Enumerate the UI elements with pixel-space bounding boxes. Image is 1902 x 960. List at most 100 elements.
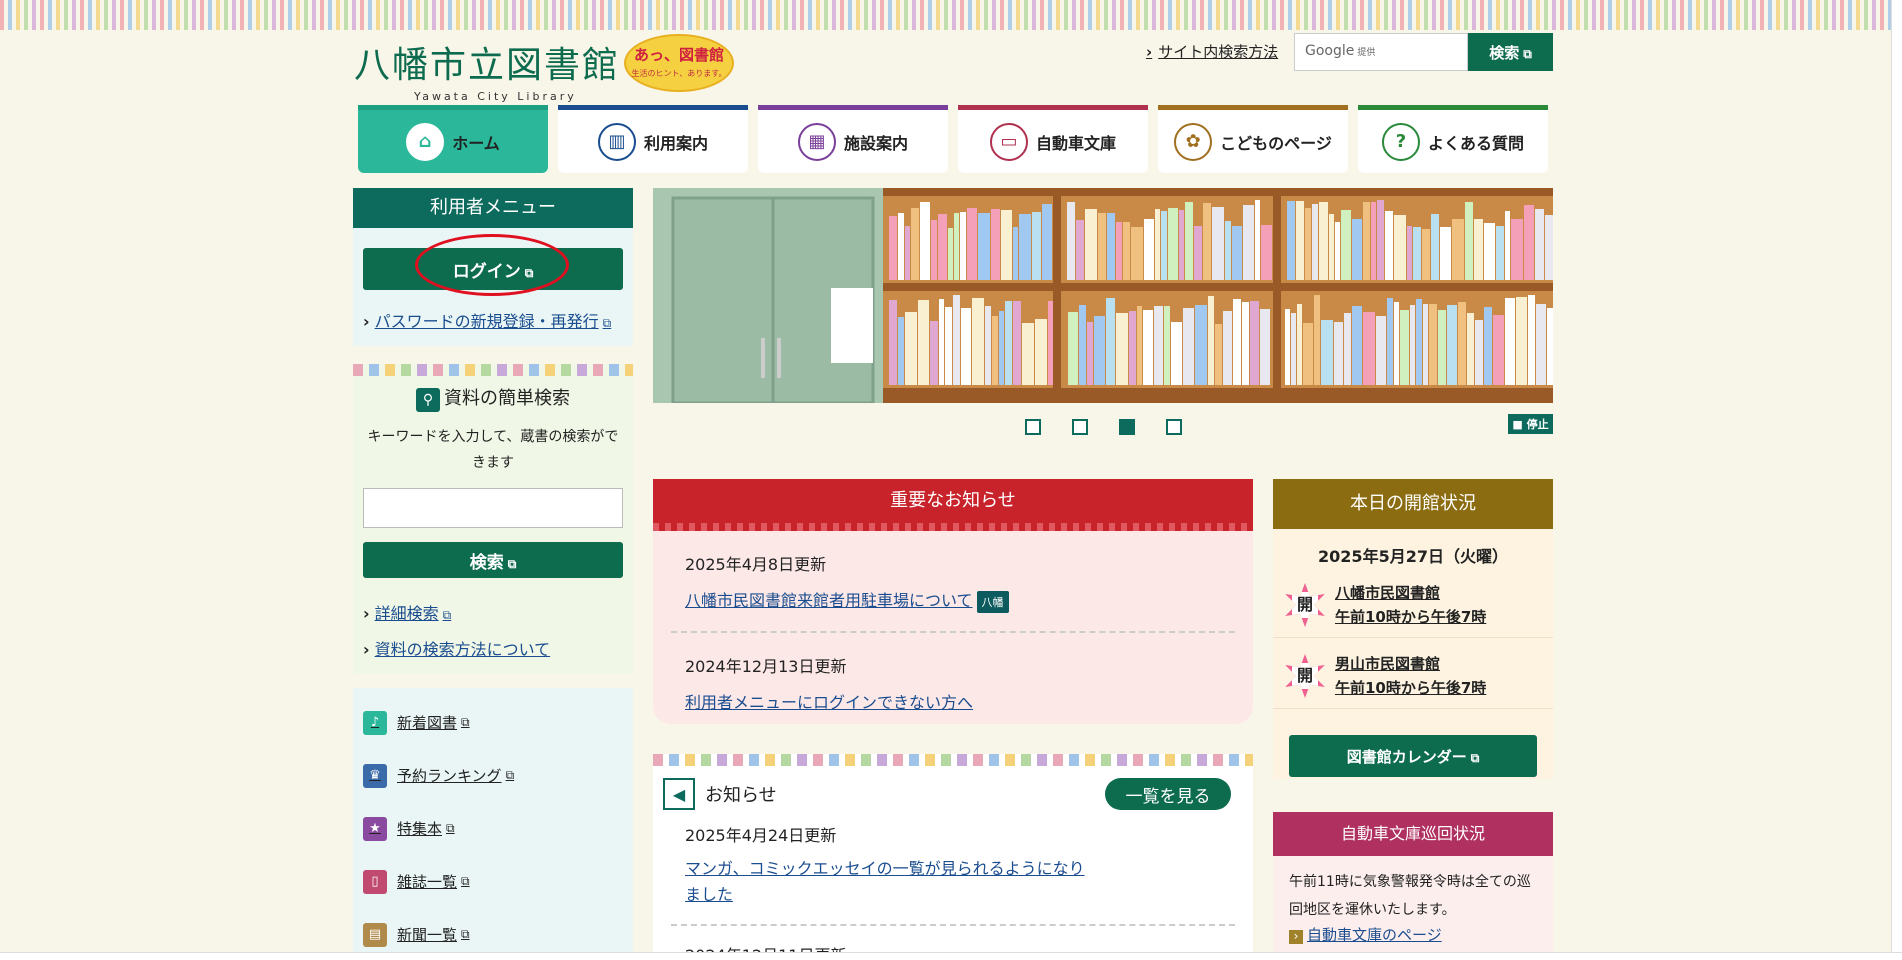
nav-kids-label: こどものページ [1220, 133, 1332, 153]
advanced-search-label: 詳細検索 [374, 604, 439, 623]
user-menu-title: 利用者メニュー [353, 188, 633, 228]
important-notices-title: 重要なお知らせ [653, 479, 1253, 531]
bus-icon: ▭ [989, 122, 1028, 161]
star-icon: ★ [363, 816, 387, 841]
news-panel: ◀ お知らせ 一覧を見る 2025年4月24日更新 マンガ、コミックエッセイの一… [653, 754, 1253, 960]
nav-tab-kids[interactable]: ✿ こどものページ [1158, 105, 1348, 173]
advanced-search-link[interactable]: 詳細検索⧉ [363, 600, 623, 624]
slider-stop-label: 停止 [1526, 418, 1549, 431]
google-label: Google [1305, 43, 1355, 59]
header-search-button[interactable]: 検索 ⧉ [1468, 33, 1553, 71]
quick-link-label: 新聞一覧 [397, 926, 458, 944]
password-register-link[interactable]: パスワードの新規登録・再発行⧉ [353, 290, 633, 346]
library-calendar-button[interactable]: 図書館カレンダー ⧉ [1289, 735, 1537, 777]
crown-icon: ♛ [363, 763, 387, 788]
quick-links-list: ♪ 新着図書 ⧉ ♛ 予約ランキング ⧉ ★ 特集本 ⧉ ▯ 雑誌一覧 ⧉ ▤ 新聞一覧 ⧉ [353, 688, 633, 952]
decorative-stripe [653, 754, 1253, 766]
header-search-label: 検索 [1489, 43, 1520, 62]
nav-tab-mobile-library[interactable]: ▭ 自動車文庫 [958, 105, 1148, 173]
external-link-icon: ⧉ [602, 316, 612, 330]
site-search-help-link[interactable]: サイト内検索方法 [1146, 41, 1278, 62]
important-item-link[interactable]: 八幡市民図書館来館者用駐車場について [685, 591, 973, 610]
book-icon: ▥ [597, 122, 636, 161]
window-edge [1891, 0, 1902, 960]
news-item: 2025年4月24日更新 マンガ、コミックエッセイの一覧が見られるようになりまし… [653, 810, 1253, 908]
bell-icon: ♪ [363, 710, 387, 735]
branch-status: 開 八幡市民図書館 午前10時から午後7時 [1273, 567, 1553, 638]
calendar-button-label: 図書館カレンダー [1346, 747, 1467, 766]
quick-link-item[interactable]: ▯ 雑誌一覧 ⧉ [353, 855, 633, 908]
logo-title: 八幡市立図書館 [354, 45, 621, 86]
nav-faq-label: よくある質問 [1427, 133, 1524, 153]
campaign-badge[interactable]: あっ、図書館 生活のヒント、あります。 [624, 34, 734, 92]
external-link-icon: ⧉ [461, 715, 470, 729]
slider-dot[interactable] [1166, 419, 1182, 435]
slider-dot[interactable] [1119, 419, 1135, 435]
simple-search-description: キーワードを入力して、蔵書の検索ができます [367, 429, 619, 471]
window-edge [0, 952, 1902, 960]
nav-tab-home[interactable]: ⌂ ホーム [358, 105, 548, 173]
mobile-library-status-text: 午前11時に気象警報発令時は全ての巡回地区を運休いたします。 [1289, 874, 1531, 918]
slider-stop-button[interactable]: ■ 停止 [1508, 414, 1553, 434]
hero-slider[interactable] [653, 188, 1553, 403]
badge-line1: あっ、図書館 [633, 46, 724, 64]
question-icon: ? [1381, 122, 1420, 161]
opening-status-panel: 本日の開館状況 2025年5月27日（火曜） 開 八幡市民図書館 午前10時から… [1273, 479, 1553, 779]
news-header: ◀ お知らせ 一覧を見る [653, 766, 1253, 810]
nav-mobile-label: 自動車文庫 [1035, 133, 1116, 153]
quick-link-item[interactable]: ♪ 新着図書 ⧉ [353, 696, 633, 749]
opening-status-title: 本日の開館状況 [1273, 479, 1553, 529]
open-mark: 開 [1292, 592, 1318, 618]
nav-guide-label: 利用案内 [643, 133, 708, 153]
external-link-icon: ⧉ [442, 608, 452, 622]
opening-status-date: 2025年5月27日（火曜） [1318, 547, 1508, 566]
magazine-icon: ▯ [363, 869, 387, 894]
nav-tab-guide[interactable]: ▥ 利用案内 [558, 105, 748, 173]
building-icon: ▦ [797, 122, 836, 161]
slider-pagination [1025, 419, 1182, 435]
important-item: 2024年12月13日更新 利用者メニューにログインできない方へ [671, 631, 1235, 713]
slider-dot[interactable] [1072, 419, 1088, 435]
search-howto-link[interactable]: 資料の検索方法について [363, 636, 623, 660]
external-link-icon: ⧉ [1523, 46, 1532, 61]
open-star-icon: 開 [1285, 583, 1325, 627]
important-item: 2025年4月8日更新 八幡市民図書館来館者用駐車場について 八幡 [653, 531, 1253, 613]
highlight-circle-annotation [415, 234, 569, 296]
password-link-label: パスワードの新規登録・再発行 [374, 312, 599, 331]
simple-search-button[interactable]: 検索 ⧉ [363, 542, 623, 578]
nav-tab-faq[interactable]: ? よくある質問 [1358, 105, 1548, 173]
quick-link-item[interactable]: ♛ 予約ランキング ⧉ [353, 749, 633, 802]
mobile-library-page-link[interactable]: 自動車文庫のページ [1273, 924, 1553, 945]
slider-dot[interactable] [1025, 419, 1041, 435]
branch-name-link[interactable]: 八幡市民図書館 [1335, 584, 1440, 602]
quick-link-item[interactable]: ★ 特集本 ⧉ [353, 802, 633, 855]
keyword-search-input[interactable] [363, 488, 623, 528]
nav-tab-facility[interactable]: ▦ 施設案内 [758, 105, 948, 173]
view-all-news-button[interactable]: 一覧を見る [1105, 778, 1231, 810]
simple-search-title-text: 資料の簡単検索 [444, 388, 570, 409]
megaphone-icon: ◀ [663, 778, 695, 810]
news-item-link[interactable]: マンガ、コミックエッセイの一覧が見られるようになりました [685, 856, 1095, 908]
nav-facility-label: 施設案内 [843, 133, 908, 153]
logo-subtitle: Yawata City Library [414, 90, 577, 103]
bookshelf-photo [653, 188, 1553, 403]
site-logo[interactable]: 八幡市立図書館 Yawata City Library [354, 36, 620, 103]
newspaper-icon: ▤ [363, 922, 387, 947]
news-title: お知らせ [705, 785, 777, 806]
badge-line2: 生活のヒント、あります。 [631, 69, 727, 78]
branch-tag: 八幡 [976, 591, 1009, 613]
branch-hours: 午前10時から午後7時 [1335, 679, 1487, 697]
simple-search-title: ⚲ 資料の簡単検索 [353, 384, 633, 412]
important-item-date: 2025年4月8日更新 [685, 555, 827, 574]
search-icon: ⚲ [416, 388, 440, 412]
important-item-link[interactable]: 利用者メニューにログインできない方へ [685, 693, 973, 712]
home-icon: ⌂ [406, 122, 445, 161]
google-search-input[interactable]: Google 提供 [1294, 33, 1468, 71]
open-mark: 開 [1292, 663, 1318, 689]
nav-home-label: ホーム [452, 133, 500, 153]
open-star-icon: 開 [1285, 654, 1325, 698]
quick-link-label: 特集本 [397, 820, 443, 838]
external-link-icon: ⧉ [461, 927, 470, 941]
branch-name-link[interactable]: 男山市民図書館 [1335, 655, 1440, 673]
global-nav: ⌂ ホーム ▥ 利用案内 ▦ 施設案内 ▭ 自動車文庫 ✿ こどものページ ? … [358, 105, 1548, 173]
